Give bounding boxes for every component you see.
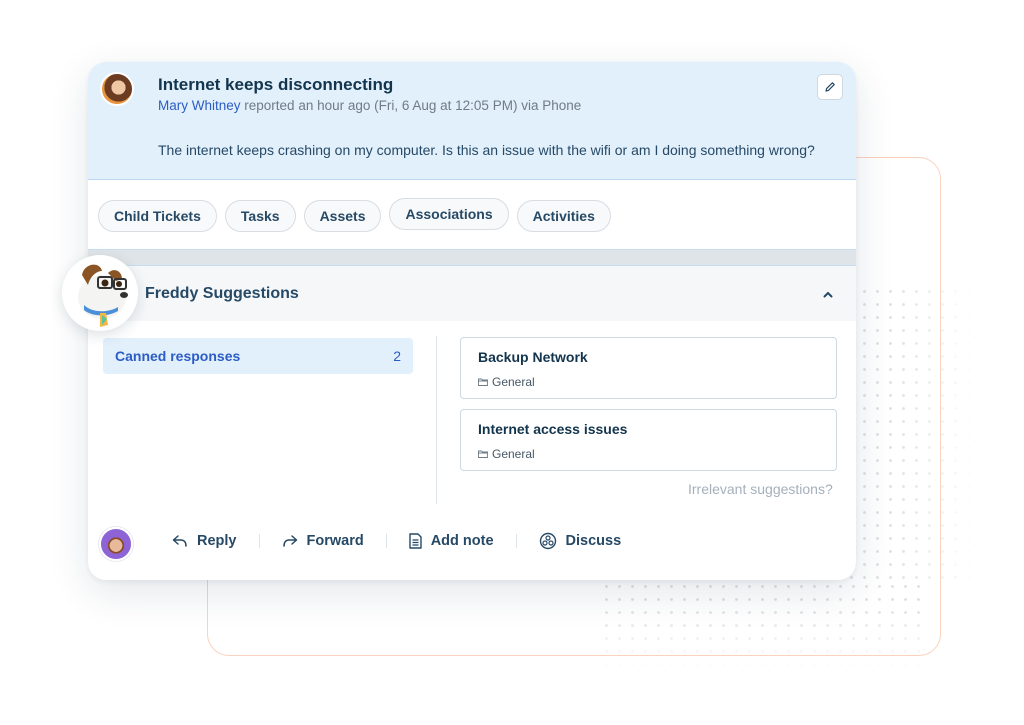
folder-name: General xyxy=(492,447,535,461)
action-separator xyxy=(385,534,387,548)
category-label: Canned responses xyxy=(115,348,241,364)
tab-child-tickets[interactable]: Child Tickets xyxy=(98,200,217,232)
tab-associations[interactable]: Associations xyxy=(389,198,509,230)
ticket-tabs: Child Tickets Tasks Assets Associations … xyxy=(98,198,611,232)
action-separator xyxy=(258,534,260,548)
tab-tasks[interactable]: Tasks xyxy=(224,200,296,232)
tab-assets[interactable]: Assets xyxy=(303,200,382,232)
category-count: 2 xyxy=(393,348,401,364)
folder-icon xyxy=(478,450,488,458)
discuss-label: Discuss xyxy=(565,533,622,549)
freddy-title: Freddy Suggestions xyxy=(145,285,299,302)
freddy-mascot-avatar xyxy=(62,255,138,331)
freddy-dog-icon xyxy=(78,264,128,327)
pencil-icon xyxy=(825,82,835,92)
collapse-button[interactable] xyxy=(816,284,840,304)
response-folder: General xyxy=(478,447,535,461)
folder-icon xyxy=(478,378,488,386)
add-note-label: Add note xyxy=(430,533,494,549)
folder-name: General xyxy=(492,375,535,389)
section-divider xyxy=(88,249,856,266)
ticket-title: Internet keeps disconnecting xyxy=(158,75,394,94)
freddy-suggestions-header[interactable]: Freddy Suggestions xyxy=(88,266,856,321)
ticket-card: Internet keeps disconnecting Mary Whitne… xyxy=(88,62,856,580)
requester-link[interactable]: Mary Whitney xyxy=(158,98,241,113)
reply-button[interactable]: Reply xyxy=(172,533,237,549)
forward-icon xyxy=(282,535,297,547)
action-bar: Reply Forward Add note Discuss xyxy=(172,532,621,550)
action-separator xyxy=(515,534,517,548)
canned-responses-category[interactable]: Canned responses 2 xyxy=(103,338,413,374)
response-title: Backup Network xyxy=(478,349,588,365)
discuss-icon xyxy=(539,532,556,550)
forward-button[interactable]: Forward xyxy=(282,533,364,549)
ticket-header: Internet keeps disconnecting Mary Whitne… xyxy=(88,62,856,180)
reply-icon xyxy=(172,535,187,547)
agent-avatar[interactable] xyxy=(99,527,133,561)
forward-label: Forward xyxy=(306,533,364,549)
chevron-up-icon xyxy=(823,291,833,297)
edit-button[interactable] xyxy=(817,74,843,100)
tab-activities[interactable]: Activities xyxy=(516,200,611,232)
decorative-dots xyxy=(600,580,930,670)
discuss-button[interactable]: Discuss xyxy=(539,532,622,550)
ticket-meta: Mary Whitney reported an hour ago (Fri, … xyxy=(158,98,581,113)
ticket-meta-text: reported an hour ago (Fri, 6 Aug at 12:0… xyxy=(240,98,582,113)
irrelevant-suggestions-link[interactable]: Irrelevant suggestions? xyxy=(688,481,833,497)
panel-divider xyxy=(436,336,437,504)
response-card[interactable]: Backup Network General xyxy=(460,337,837,399)
response-card[interactable]: Internet access issues General xyxy=(460,409,837,471)
add-note-button[interactable]: Add note xyxy=(409,533,494,549)
response-title: Internet access issues xyxy=(478,421,628,437)
decorative-dots xyxy=(845,285,975,585)
ticket-description: The internet keeps crashing on my comput… xyxy=(158,142,815,158)
reply-label: Reply xyxy=(197,533,237,549)
note-icon xyxy=(409,533,422,549)
requester-avatar[interactable] xyxy=(100,72,134,106)
response-folder: General xyxy=(478,375,535,389)
